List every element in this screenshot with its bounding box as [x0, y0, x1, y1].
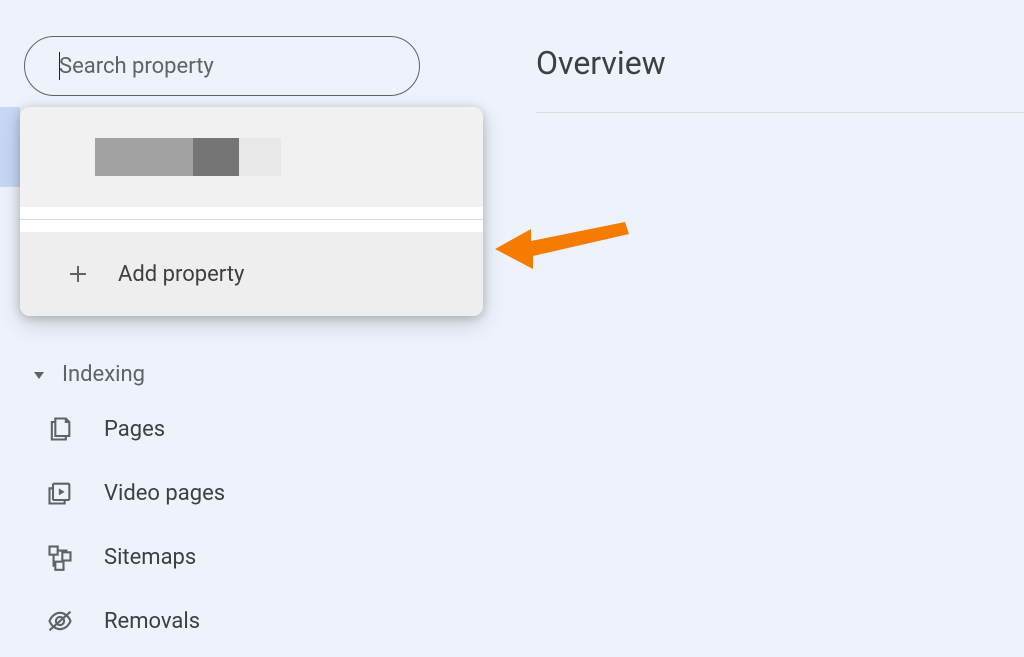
indexing-section: Indexing Pages Video pages — [24, 352, 394, 653]
nav-item-pages[interactable]: Pages — [24, 397, 394, 461]
search-input[interactable] — [24, 36, 420, 96]
nav-item-label: Pages — [104, 417, 165, 442]
title-divider — [536, 112, 1024, 113]
property-item[interactable] — [20, 107, 483, 207]
redacted-property-name — [193, 138, 239, 176]
search-container — [24, 36, 420, 96]
redacted-property-name — [239, 138, 281, 176]
nav-item-label: Sitemaps — [104, 545, 196, 570]
nav-item-removals[interactable]: Removals — [24, 589, 394, 653]
property-dropdown-panel: Add property — [20, 107, 483, 316]
add-property-button[interactable]: Add property — [20, 232, 483, 316]
selected-indicator-bar — [0, 107, 20, 187]
indexing-header-label: Indexing — [62, 362, 145, 387]
pages-icon — [46, 415, 74, 443]
nav-item-label: Removals — [104, 609, 200, 634]
sitemaps-icon — [46, 543, 74, 571]
nav-item-video-pages[interactable]: Video pages — [24, 461, 394, 525]
caret-down-icon — [32, 368, 46, 382]
text-cursor — [59, 52, 60, 80]
indexing-section-header[interactable]: Indexing — [24, 352, 394, 397]
add-property-label: Add property — [118, 262, 244, 287]
page-title: Overview — [536, 44, 666, 82]
plus-icon — [66, 262, 90, 286]
redacted-property-name — [95, 138, 193, 176]
nav-item-sitemaps[interactable]: Sitemaps — [24, 525, 394, 589]
divider — [20, 219, 483, 220]
annotation-arrow — [495, 219, 635, 283]
removals-icon — [46, 607, 74, 635]
nav-item-label: Video pages — [104, 481, 225, 506]
video-pages-icon — [46, 479, 74, 507]
